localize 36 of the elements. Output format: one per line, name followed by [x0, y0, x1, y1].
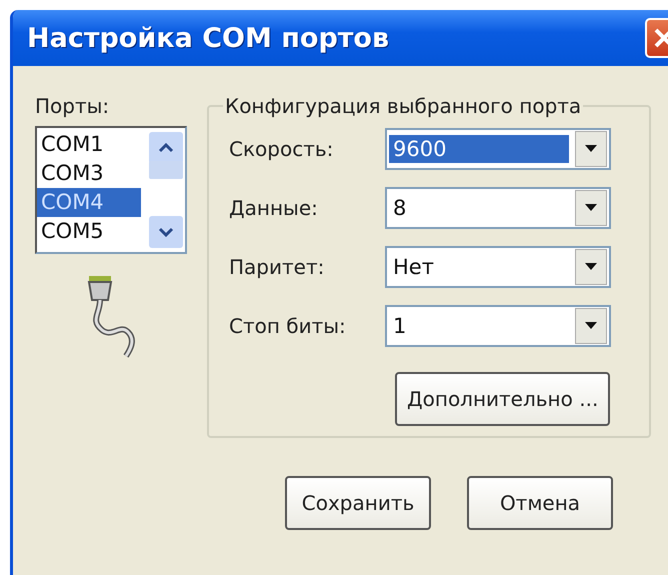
group-title: Конфигурация выбранного порта — [224, 94, 582, 118]
dropdown[interactable]: 9600 — [385, 128, 611, 170]
scroll-thumb[interactable] — [149, 161, 183, 179]
dropdown-value: 1 — [392, 313, 408, 340]
dialog-button[interactable]: Сохранить — [285, 476, 431, 530]
caret-icon — [585, 263, 597, 271]
dropdown-arrow-button[interactable] — [575, 190, 607, 226]
window-title: Настройка COM портов — [27, 22, 390, 54]
ports-label: Порты: — [35, 94, 110, 118]
dropdown[interactable]: Нет — [385, 246, 611, 288]
field-label: Стоп биты: — [229, 314, 347, 338]
port-item[interactable]: COM4 — [37, 188, 141, 217]
dropdown-value: 8 — [392, 195, 408, 222]
dropdown[interactable]: 8 — [385, 187, 611, 229]
ports-listbox[interactable]: COM1 COM3 COM4 COM5 — [35, 126, 187, 254]
scroll-down-button[interactable] — [149, 216, 183, 248]
port-item[interactable]: COM5 — [37, 217, 141, 246]
dropdown[interactable]: 1 — [385, 305, 611, 347]
caret-icon — [585, 322, 597, 330]
dropdown-value: Нет — [392, 254, 435, 281]
caret-icon — [585, 204, 597, 212]
dialog-button[interactable]: Отмена — [467, 476, 613, 530]
chevron-down-icon — [158, 227, 174, 237]
advanced-button[interactable]: Дополнительно ... — [395, 372, 610, 426]
dropdown-arrow-button[interactable] — [575, 131, 607, 167]
field-label: Данные: — [229, 196, 319, 220]
field-label: Паритет: — [229, 255, 326, 279]
scroll-up-button[interactable] — [149, 132, 183, 164]
port-item[interactable]: COM1 — [37, 130, 141, 159]
field-label: Скорость: — [229, 137, 334, 161]
dropdown-arrow-button[interactable] — [575, 249, 607, 285]
dropdown-value: 9600 — [389, 135, 569, 163]
caret-icon — [585, 145, 597, 153]
dropdown-arrow-button[interactable] — [575, 308, 607, 344]
port-item[interactable]: COM3 — [37, 159, 141, 188]
chevron-up-icon — [158, 143, 174, 153]
